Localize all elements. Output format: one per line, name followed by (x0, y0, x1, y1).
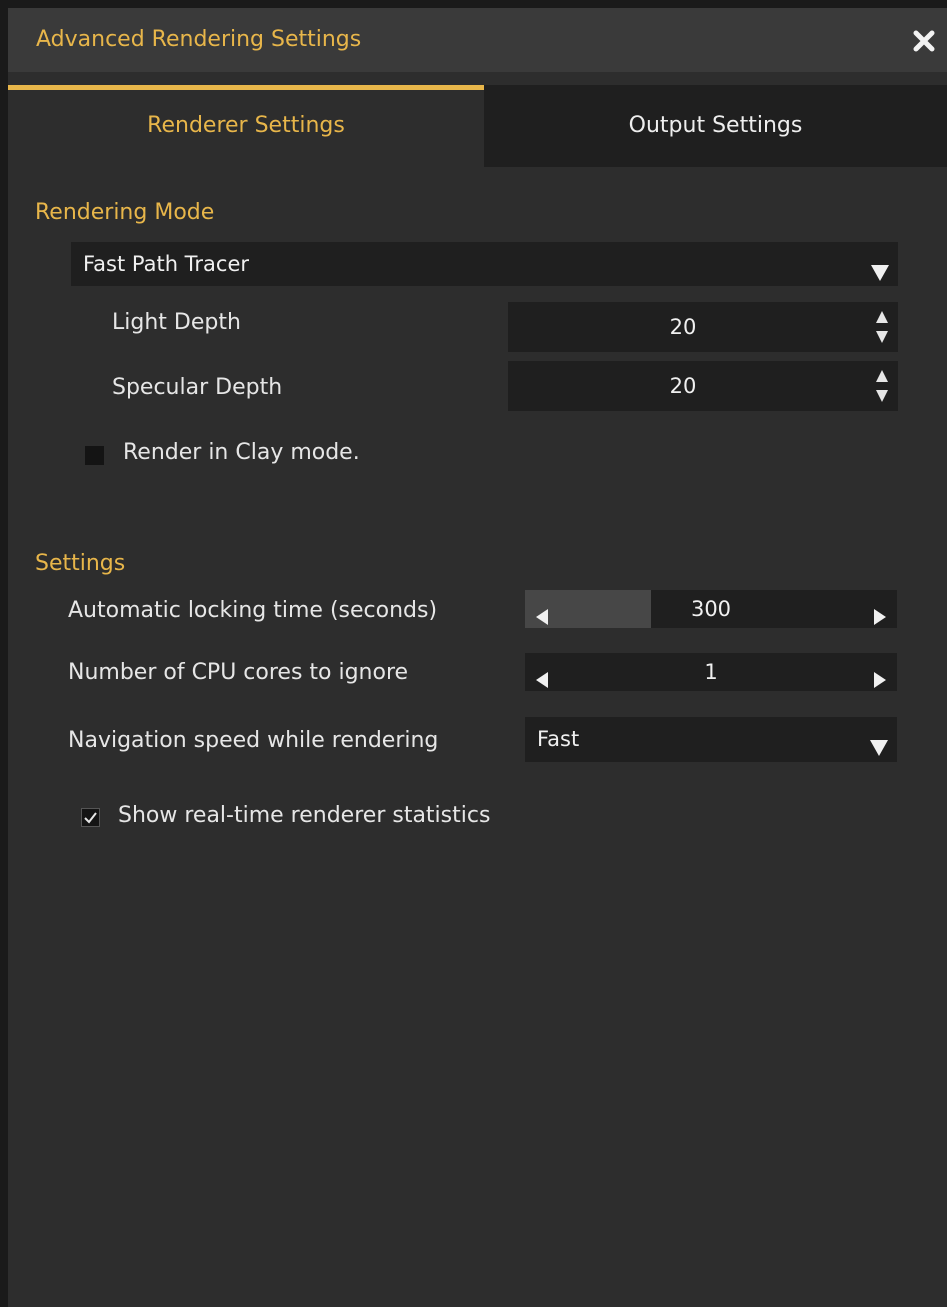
rendering-mode-dropdown[interactable]: Fast Path Tracer (71, 242, 898, 286)
nav-speed-value: Fast (537, 727, 580, 751)
checkmark-icon (84, 812, 97, 824)
light-depth-value: 20 (669, 315, 697, 339)
nav-speed-label: Navigation speed while rendering (68, 728, 439, 753)
title-bar: Advanced Rendering Settings (8, 8, 947, 72)
tab-bar: Renderer Settings Output Settings (8, 72, 947, 167)
rendering-mode-heading: Rendering Mode (35, 200, 215, 225)
cpu-cores-value: 1 (704, 660, 718, 684)
light-depth-spinbox[interactable]: 20 (508, 302, 898, 352)
rendering-mode-value: Fast Path Tracer (83, 252, 250, 276)
show-stats-checkbox[interactable] (81, 808, 100, 827)
triangle-right-icon[interactable] (873, 663, 887, 701)
specular-depth-value: 20 (669, 374, 697, 398)
window-title: Advanced Rendering Settings (36, 27, 362, 52)
up-down-arrows-icon[interactable] (872, 307, 892, 347)
settings-heading: Settings (35, 551, 126, 576)
specular-depth-spinbox[interactable]: 20 (508, 361, 898, 411)
show-stats-label: Show real-time renderer statistics (118, 803, 491, 828)
tab-renderer-settings[interactable]: Renderer Settings (8, 72, 484, 167)
nav-speed-dropdown[interactable]: Fast (525, 717, 897, 762)
tab-output-settings[interactable]: Output Settings (484, 85, 947, 167)
clay-mode-label: Render in Clay mode. (123, 440, 360, 465)
triangle-right-icon[interactable] (873, 600, 887, 638)
light-depth-label: Light Depth (112, 310, 241, 335)
clay-mode-checkbox[interactable] (85, 446, 104, 465)
locking-time-label: Automatic locking time (seconds) (68, 598, 438, 623)
specular-depth-label: Specular Depth (112, 375, 283, 400)
close-icon[interactable] (907, 24, 941, 58)
advanced-rendering-settings-window: Advanced Rendering Settings Renderer Set… (8, 8, 947, 1307)
locking-time-value: 300 (690, 597, 732, 621)
locking-time-slider[interactable]: 300 (525, 590, 897, 628)
up-down-arrows-icon[interactable] (872, 366, 892, 406)
triangle-down-icon (869, 729, 889, 774)
triangle-down-icon (870, 254, 890, 298)
cpu-cores-slider[interactable]: 1 (525, 653, 897, 691)
cpu-cores-label: Number of CPU cores to ignore (68, 660, 409, 685)
